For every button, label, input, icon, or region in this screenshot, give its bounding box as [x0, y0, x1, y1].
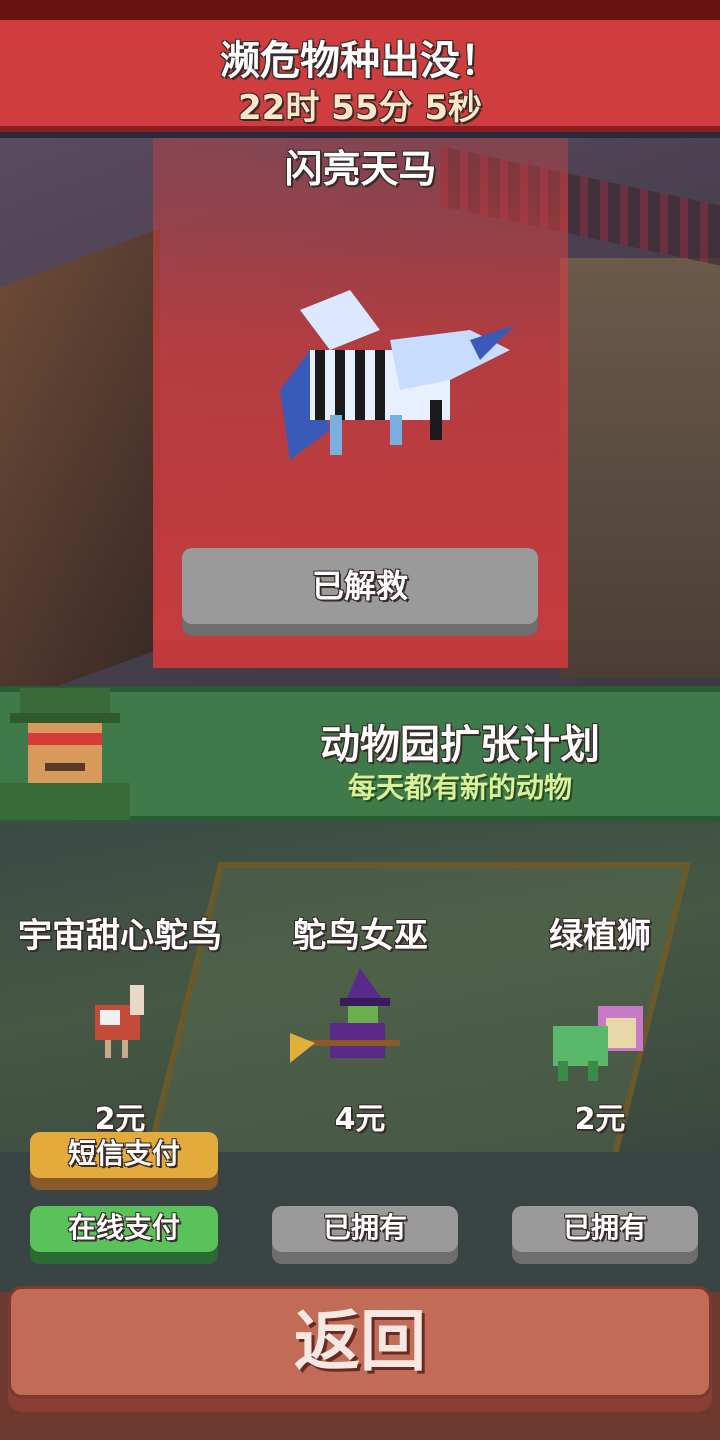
- countdown-timer: 22时 55分 5秒: [238, 88, 482, 128]
- rescue-panel-base: [153, 640, 568, 668]
- scene-building: [0, 228, 160, 686]
- top-strip: [0, 0, 720, 20]
- online-pay-label: 在线支付: [67, 1211, 180, 1244]
- rescued-status-button[interactable]: 已解救: [182, 548, 538, 624]
- price-3: 2元: [574, 1102, 626, 1137]
- rescue-animal-name: 闪亮天马: [284, 147, 437, 191]
- ostrich-icon: [95, 985, 144, 1058]
- animal-name-3: 绿植狮: [549, 916, 651, 956]
- zookeeper-avatar: [0, 688, 130, 820]
- online-pay-button[interactable]: 在线支付: [30, 1206, 218, 1252]
- unicorn-zebra-icon: [280, 290, 515, 460]
- scene-ground: [560, 258, 720, 678]
- owned-label-2: 已拥有: [322, 1211, 407, 1244]
- banner-title: 濒危物种出没！: [220, 38, 500, 84]
- owned-label-3: 已拥有: [562, 1211, 647, 1244]
- animal-name-1: 宇宙甜心鸵鸟: [18, 916, 222, 956]
- owned-button-3[interactable]: 已拥有: [512, 1206, 698, 1252]
- sms-pay-label: 短信支付: [67, 1137, 180, 1170]
- expansion-title: 动物园扩张计划: [320, 722, 600, 768]
- price-2: 4元: [334, 1102, 386, 1137]
- back-button-label: 返回: [294, 1303, 426, 1380]
- sms-pay-button[interactable]: 短信支付: [30, 1132, 218, 1178]
- expansion-subtitle: 每天都有新的动物: [347, 771, 572, 804]
- owned-button-2[interactable]: 已拥有: [272, 1206, 458, 1252]
- back-button[interactable]: 返回: [8, 1286, 712, 1398]
- rescued-status-label: 已解救: [311, 567, 408, 605]
- witch-ostrich-icon: [290, 968, 400, 1063]
- animal-name-2: 鸵鸟女巫: [292, 916, 428, 956]
- plant-lion-icon: [553, 1006, 643, 1081]
